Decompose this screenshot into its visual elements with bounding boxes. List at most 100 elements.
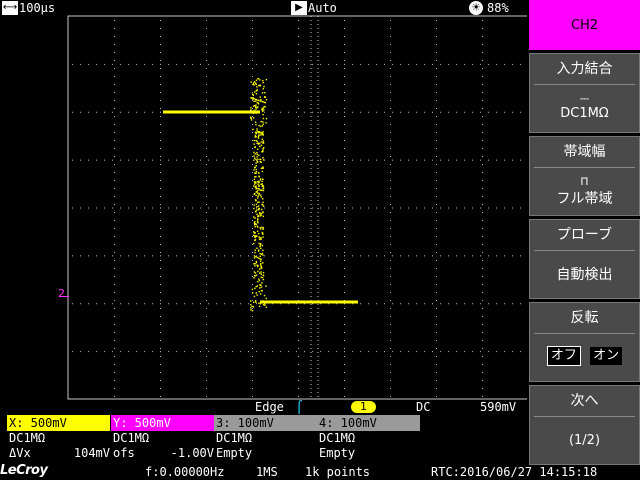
trace-sample-point	[265, 117, 268, 120]
ch2-ground-marker[interactable]: 2	[58, 288, 68, 300]
trace-sample-point	[254, 153, 256, 155]
grid-dot	[344, 276, 345, 277]
grid-dot	[344, 84, 345, 85]
grid-dot	[160, 308, 161, 309]
grid-dot	[206, 220, 207, 221]
grid-dot	[248, 63, 249, 65]
grid-dot	[392, 159, 393, 161]
grid-dot	[436, 388, 437, 389]
grid-dot	[482, 84, 483, 85]
grid-dot	[224, 351, 225, 353]
grid-dot	[264, 63, 265, 65]
grid-dot	[298, 196, 299, 197]
grid-dot	[344, 364, 345, 365]
channel-3-info[interactable]: 3: 100mV DC1MΩ Empty	[214, 415, 317, 463]
grid-dot	[390, 188, 391, 189]
full-bandwidth-icon: ⊓	[580, 174, 589, 188]
grid-dot	[160, 76, 161, 77]
grid-dot	[160, 140, 161, 141]
grid-dot	[114, 276, 115, 277]
trace-sample-point	[259, 244, 262, 246]
menu-bandwidth-button[interactable]: 帯域幅 ⊓ フル帯域	[529, 136, 640, 216]
grid-dot	[390, 396, 391, 397]
grid-dot	[456, 303, 457, 305]
grid-dot	[504, 63, 505, 65]
trigger-source[interactable]: Edge	[255, 399, 284, 415]
grid-dot	[390, 140, 391, 141]
grid-dot	[208, 255, 209, 257]
trace-sample-point	[262, 110, 264, 113]
channel-x-info[interactable]: X: 500mV DC1MΩ ΔVx 104mV	[7, 415, 110, 463]
trace-sample-point	[255, 185, 257, 187]
trace-sample-point	[258, 192, 260, 195]
invert-on-option[interactable]: オン	[590, 347, 623, 365]
grid-dot	[298, 132, 299, 133]
trigger-level[interactable]: 590mV	[480, 399, 516, 415]
grid-dot	[512, 207, 513, 209]
grid-dot	[384, 111, 385, 113]
grid-dot	[390, 308, 391, 309]
grid-dot	[436, 20, 437, 21]
grid-dot	[252, 380, 253, 381]
grid-dot	[436, 116, 437, 117]
trigger-channel-badge[interactable]: 1	[351, 401, 376, 413]
grid-dot	[390, 220, 391, 221]
grid-dot	[344, 284, 345, 285]
trace-sample-point	[253, 234, 255, 236]
grid-dot	[368, 159, 369, 161]
trace-sample-point	[250, 119, 253, 121]
grid-dot	[80, 111, 81, 113]
trace-sample-point	[264, 301, 266, 303]
trace-sample-point	[259, 145, 261, 148]
grid-dot	[136, 111, 137, 113]
trace-sample-point	[255, 261, 258, 264]
grid-dot	[114, 340, 115, 341]
grid-dot	[114, 380, 115, 381]
menu-invert-button[interactable]: 反転 オフ オン	[529, 302, 640, 382]
grid-dot	[472, 159, 473, 161]
grid-dot	[436, 220, 437, 221]
waveform-display[interactable]	[0, 0, 527, 400]
grid-dot	[264, 351, 265, 353]
menu-ch2-header[interactable]: CH2	[529, 0, 640, 50]
grid-dot	[482, 140, 483, 141]
grid-dot	[72, 159, 73, 161]
trace-sample-point	[260, 183, 262, 185]
trace-sample-point	[265, 78, 268, 81]
grid-dot	[344, 132, 345, 133]
grid-dot	[206, 300, 207, 301]
trace-sample-point	[259, 84, 262, 86]
trace-sample-point	[257, 161, 259, 163]
grid-dot	[344, 228, 345, 229]
grid-dot	[296, 255, 297, 257]
trace-sample-point	[262, 271, 265, 274]
grid-dot	[252, 372, 253, 373]
grid-dot	[384, 63, 385, 65]
grid-dot	[436, 172, 437, 173]
grid-dot	[206, 156, 207, 157]
grid-dot	[298, 148, 299, 149]
trace-sample-point	[258, 124, 260, 127]
trace-sample-point	[254, 263, 256, 265]
menu-next-button[interactable]: 次へ (1/2)	[529, 385, 640, 465]
grid-dot	[436, 156, 437, 157]
grid-dot	[252, 324, 253, 325]
menu-probe-button[interactable]: プローブ 自動検出	[529, 219, 640, 299]
channel-4-info[interactable]: 4: 100mV DC1MΩ Empty	[317, 415, 420, 463]
grid-dot	[114, 356, 115, 357]
grid-dot	[344, 172, 345, 173]
trigger-coupling[interactable]: DC	[416, 399, 430, 415]
grid-dot	[344, 380, 345, 381]
grid-dot	[360, 159, 361, 161]
invert-toggle[interactable]: オフ オン	[530, 346, 639, 366]
grid-dot	[424, 303, 425, 305]
grid-dot	[160, 300, 161, 301]
grid-dot	[344, 340, 345, 341]
invert-off-option[interactable]: オフ	[546, 346, 581, 366]
channel-y-info[interactable]: Y: 500mV DC1MΩ ofs -1.00V	[111, 415, 214, 463]
trace-sample-point	[258, 181, 260, 184]
menu-input-coupling-button[interactable]: 入力結合 ⎓ DC1MΩ	[529, 53, 640, 133]
trace-sample-point	[265, 297, 267, 300]
grid-dot	[482, 228, 483, 229]
trace-sample-point	[260, 100, 262, 102]
